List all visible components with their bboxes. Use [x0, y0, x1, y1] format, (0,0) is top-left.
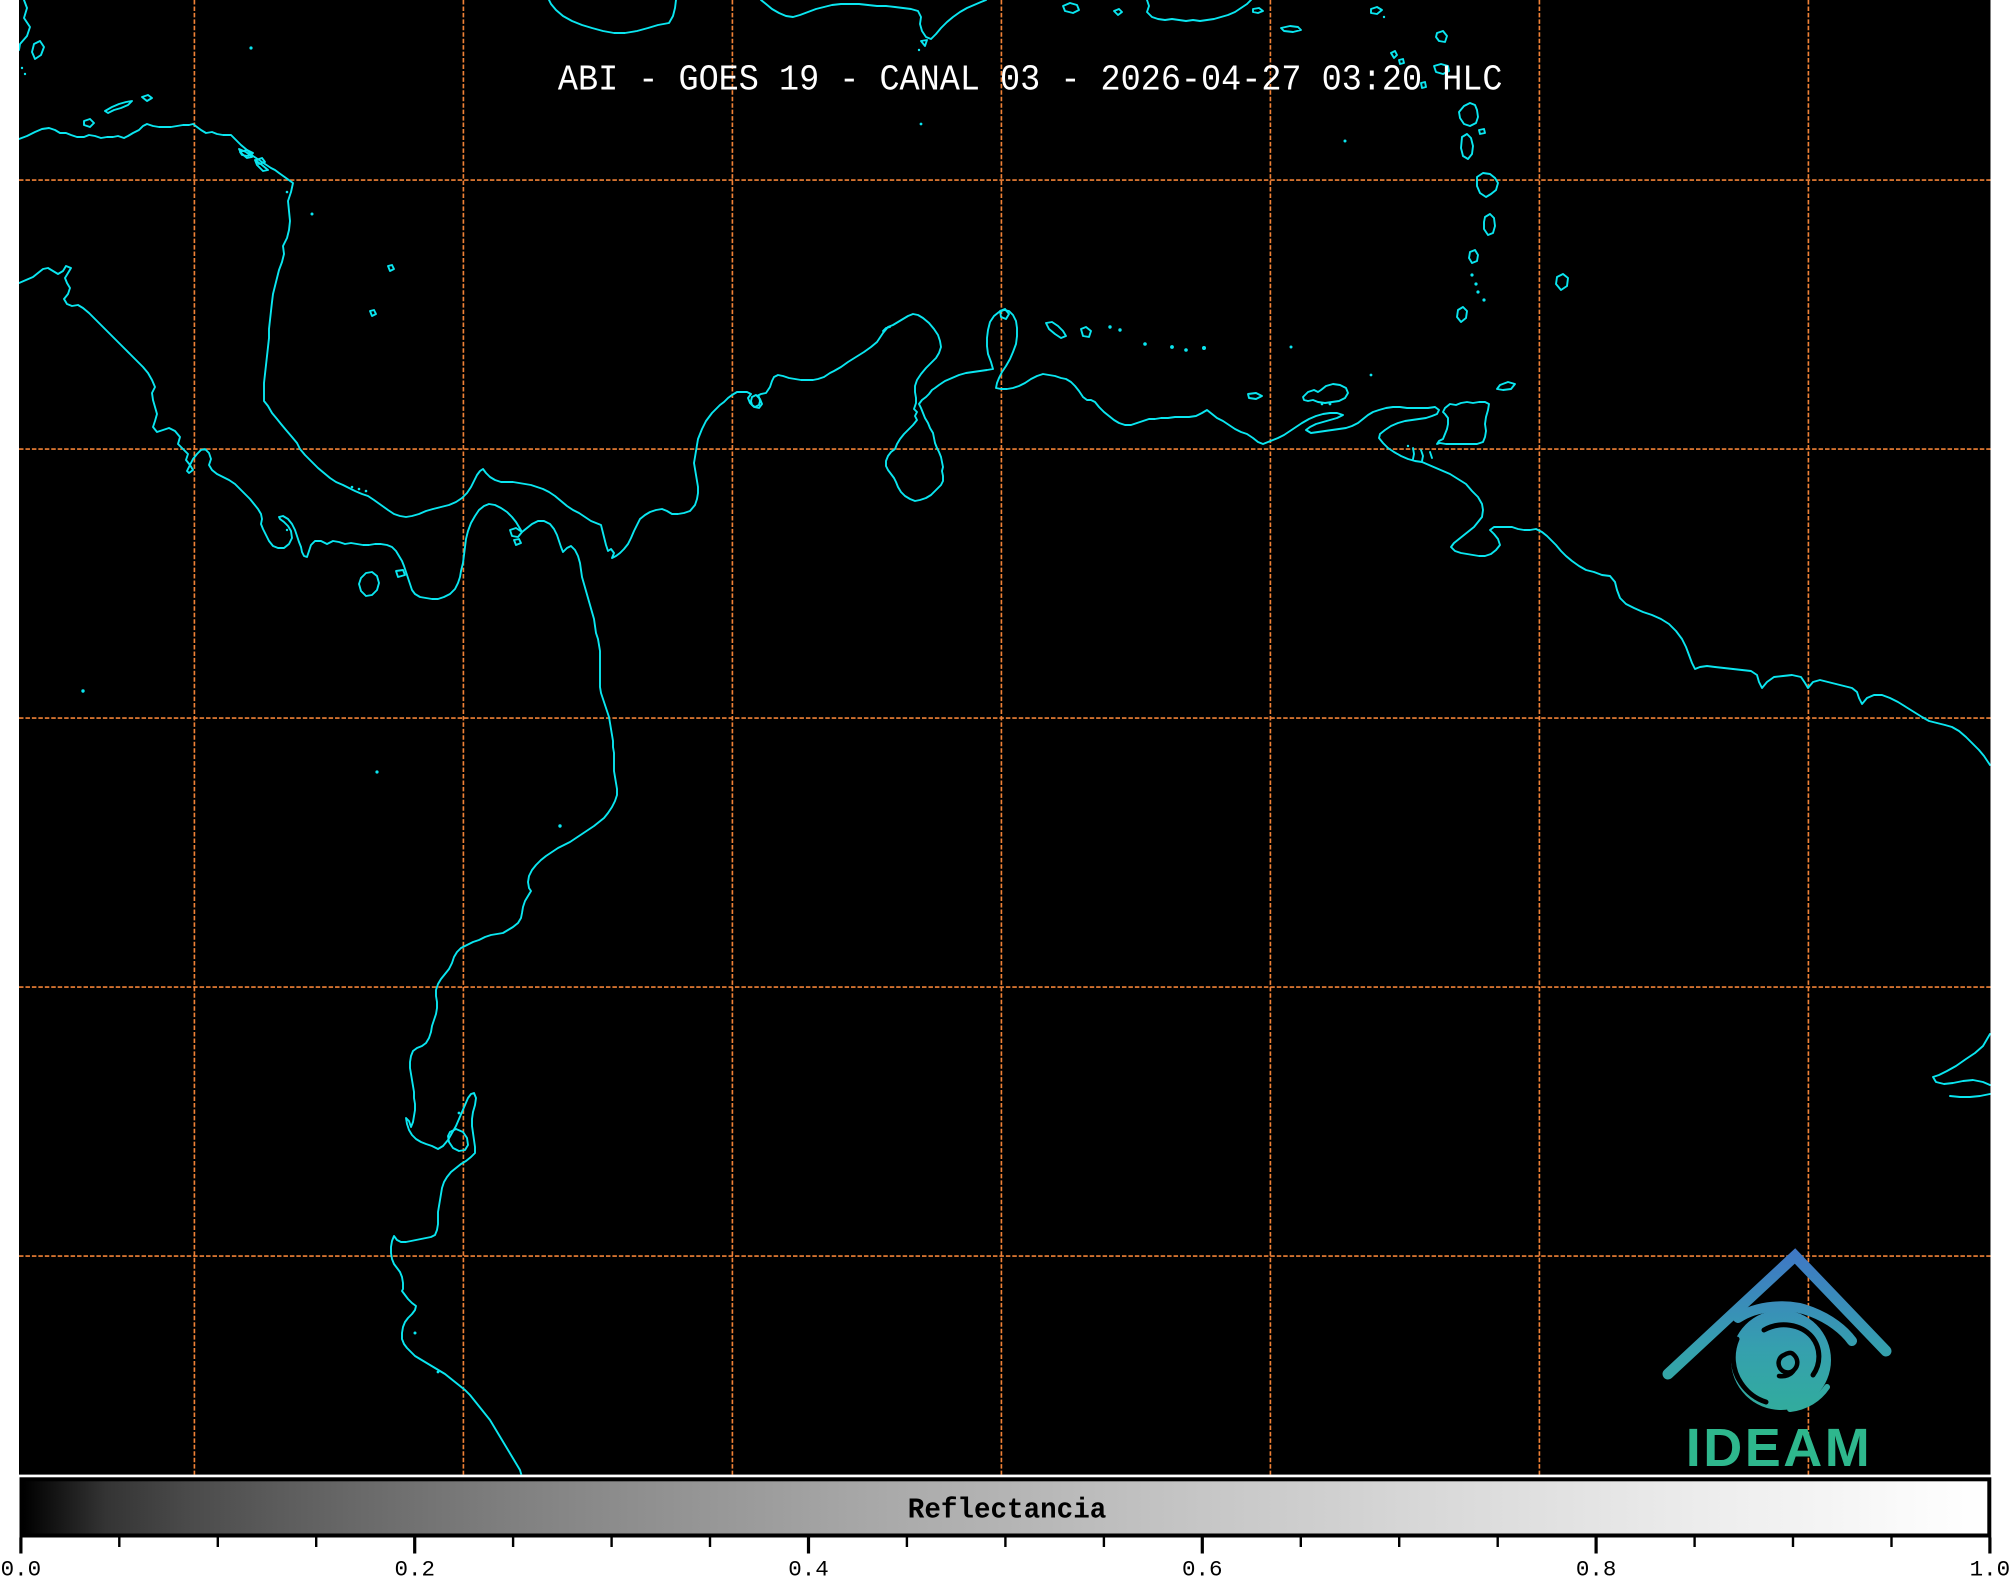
svg-text:0.8: 0.8: [1576, 1557, 1617, 1578]
svg-text:0.2: 0.2: [394, 1557, 435, 1578]
svg-text:Reflectancia: Reflectancia: [908, 1494, 1107, 1527]
svg-text:0.6: 0.6: [1182, 1557, 1223, 1578]
svg-text:ABI - GOES 19 - CANAL 03 - 202: ABI - GOES 19 - CANAL 03 - 2026-04-27 03…: [558, 60, 1503, 101]
svg-text:1.0: 1.0: [1970, 1557, 2011, 1578]
svg-text:0.4: 0.4: [788, 1557, 829, 1578]
svg-text:IDEAM: IDEAM: [1686, 1418, 1873, 1478]
svg-text:0.0: 0.0: [1, 1557, 42, 1578]
